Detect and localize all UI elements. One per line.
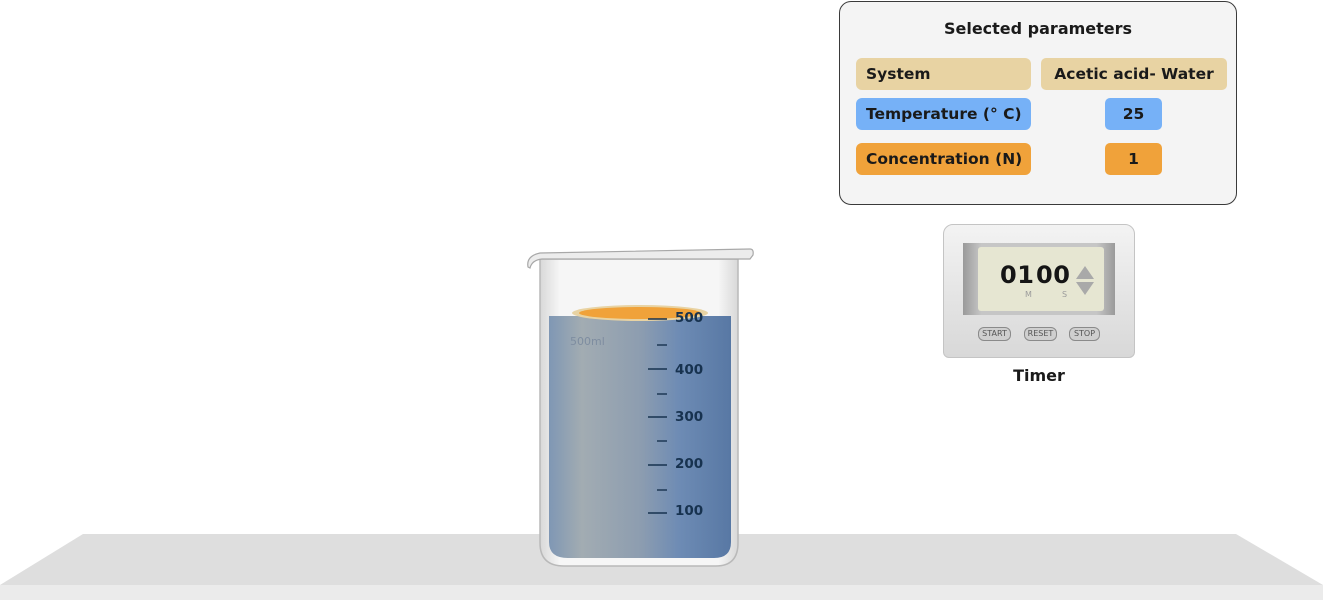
increment-arrow-icon[interactable] bbox=[1076, 266, 1094, 279]
system-value: Acetic acid- Water bbox=[1041, 58, 1227, 90]
reset-button[interactable]: RESET bbox=[1024, 327, 1057, 341]
system-label: System bbox=[856, 58, 1031, 90]
temperature-value: 25 bbox=[1105, 98, 1162, 130]
concentration-label: Concentration (N) bbox=[856, 143, 1031, 175]
minute-unit-label: M bbox=[1025, 290, 1032, 299]
liquid bbox=[549, 316, 731, 558]
beaker-graphic bbox=[527, 248, 754, 567]
stop-button[interactable]: STOP bbox=[1069, 327, 1100, 341]
second-unit-label: S bbox=[1062, 290, 1068, 299]
concentration-value: 1 bbox=[1105, 143, 1162, 175]
temperature-label: Temperature (° C) bbox=[856, 98, 1031, 130]
beaker-capacity-label: 500ml bbox=[570, 335, 605, 348]
timer: 01 M 00 S START RESET STOP Timer bbox=[943, 224, 1135, 394]
graduation-300: 300 bbox=[675, 409, 704, 425]
beaker[interactable]: 500ml 500 400 300 200 100 bbox=[524, 246, 756, 570]
start-button[interactable]: START bbox=[978, 327, 1011, 341]
timer-minutes: 01 bbox=[1000, 261, 1035, 289]
selected-parameters-panel: Selected parameters System Acetic acid- … bbox=[839, 1, 1237, 205]
timer-display: 01 M 00 S bbox=[978, 247, 1104, 311]
timer-device: 01 M 00 S START RESET STOP bbox=[943, 224, 1135, 358]
panel-title: Selected parameters bbox=[943, 19, 1133, 38]
decrement-arrow-icon[interactable] bbox=[1076, 282, 1094, 295]
graduation-400: 400 bbox=[675, 362, 704, 378]
timer-seconds: 00 bbox=[1036, 261, 1071, 289]
timer-caption: Timer bbox=[1013, 366, 1065, 385]
graduation-200: 200 bbox=[675, 456, 704, 472]
graduation-500: 500 bbox=[675, 310, 704, 326]
graduation-100: 100 bbox=[675, 503, 704, 519]
